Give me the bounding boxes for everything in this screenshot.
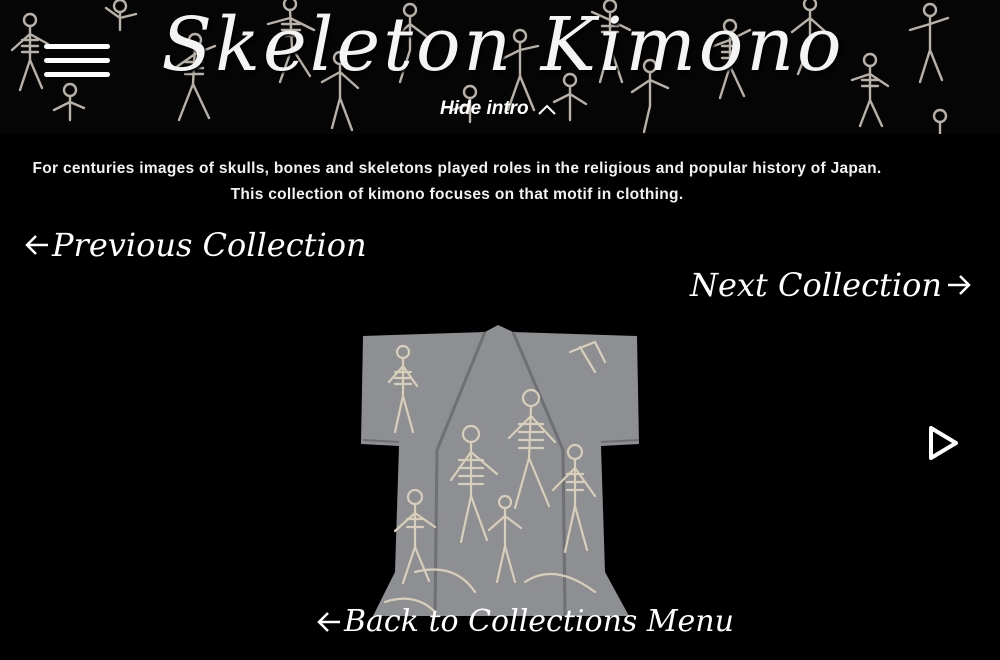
intro-text: For centuries images of skulls, bones an… <box>0 156 914 208</box>
back-to-collections-menu-label: Back to Collections Menu <box>344 604 734 639</box>
play-icon[interactable] <box>926 424 960 462</box>
next-collection-label: Next Collection <box>689 266 942 304</box>
page-title: Skeleton Kimono <box>161 2 845 88</box>
arrow-right-icon <box>948 275 971 295</box>
menu-bar <box>44 44 110 49</box>
arrow-left-icon <box>317 611 340 632</box>
hide-intro-toggle[interactable]: Hide intro <box>440 98 557 120</box>
intro-line: This collection of kimono focuses on tha… <box>230 186 684 203</box>
menu-bar <box>44 58 110 63</box>
previous-collection-link[interactable]: Previous Collection <box>24 226 367 264</box>
back-to-collections-menu-link[interactable]: Back to Collections Menu <box>316 604 734 639</box>
previous-collection-label: Previous Collection <box>52 226 367 264</box>
menu-bar <box>44 72 110 77</box>
arrow-left-icon <box>25 235 48 255</box>
header-banner: Skeleton Kimono Hide intro <box>0 0 1000 134</box>
next-collection-link[interactable]: Next Collection <box>690 266 972 304</box>
hide-intro-label: Hide intro <box>440 98 529 119</box>
intro-line: For centuries images of skulls, bones an… <box>32 160 882 177</box>
hamburger-menu-icon[interactable] <box>44 44 112 84</box>
page: Skeleton Kimono Hide intro For centuries… <box>0 0 1000 660</box>
kimono-image[interactable] <box>355 322 645 622</box>
chevron-up-icon <box>537 104 556 115</box>
